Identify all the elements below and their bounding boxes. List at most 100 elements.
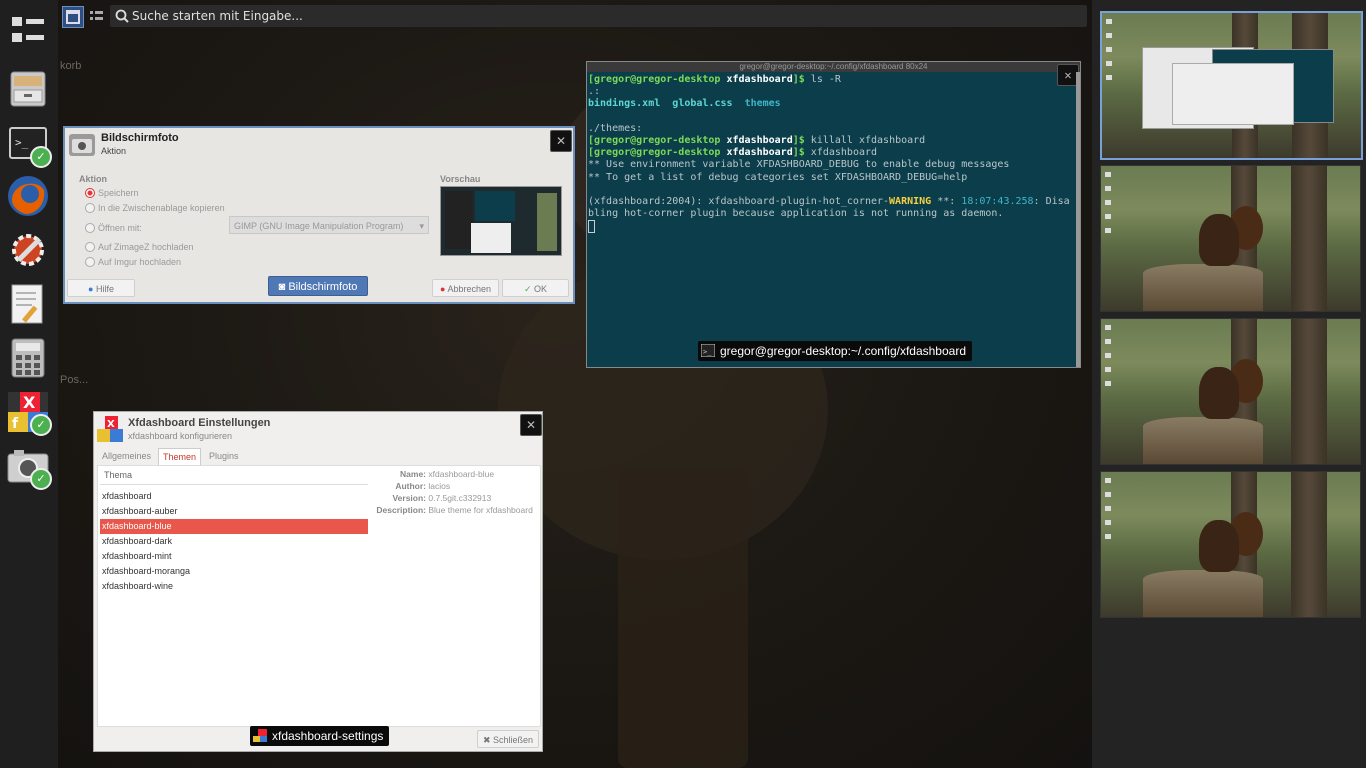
calculator-launcher-button[interactable] <box>6 336 50 380</box>
workspace-selector <box>1092 0 1366 768</box>
tab-themes[interactable]: Themen <box>158 448 202 465</box>
scrollbar[interactable] <box>1076 72 1080 367</box>
cancel-button-label: Abbrechen <box>447 284 491 294</box>
radio-label: Speichern <box>98 188 139 198</box>
prompt-dir: xfdashboard <box>726 135 793 147</box>
radio-open-with[interactable] <box>85 223 95 233</box>
check-icon: ✓ <box>523 284 532 294</box>
search-placeholder: Suche starten mit Eingabe... <box>132 9 303 23</box>
command: ls -R <box>810 74 841 85</box>
file-manager-button[interactable] <box>6 66 50 110</box>
window-title: Xfdashboard Einstellungen <box>128 417 271 429</box>
running-check-icon: ✓ <box>30 468 52 490</box>
section-label-preview: Vorschau <box>440 174 481 184</box>
file-cabinet-icon <box>10 71 46 107</box>
camera-icon: ◙ <box>278 281 286 293</box>
close-button[interactable]: ✕ <box>520 414 542 436</box>
list-item[interactable]: xfdashboard-auber <box>100 504 368 519</box>
text-editor-icon <box>11 284 43 324</box>
workspace-thumbnail[interactable] <box>1100 471 1361 618</box>
list-item[interactable]: xfdashboard-dark <box>100 534 368 549</box>
top-bar: Suche starten mit Eingabe... <box>62 5 1087 28</box>
desktop-icons <box>1106 19 1114 89</box>
take-screenshot-button[interactable]: ◙ Bildschirmfoto <box>268 276 368 296</box>
squirrel-image <box>1199 214 1239 266</box>
help-button[interactable]: ● Hilfe <box>67 279 135 297</box>
list-item[interactable]: xfdashboard-moranga <box>100 564 368 579</box>
list-item[interactable]: xfdashboard-wine <box>100 579 368 594</box>
window-icon <box>66 10 80 24</box>
cancel-button[interactable]: ● Abbrechen <box>432 279 499 297</box>
xfdashboard-settings-window[interactable]: X Xfdashboard Einstellungen xfdashboard … <box>93 411 543 752</box>
radio-label: Öffnen mit: <box>98 223 142 233</box>
tab-general[interactable]: Allgemeines <box>98 448 155 464</box>
workspace-thumbnail[interactable] <box>1100 165 1361 312</box>
running-check-icon: ✓ <box>30 146 52 168</box>
terminal-window[interactable]: gregor@gregor-desktop:~/.config/xfdashbo… <box>586 61 1081 368</box>
applications-view-toggle[interactable] <box>86 6 106 26</box>
help-icon: ● <box>88 284 94 294</box>
radio-clipboard[interactable] <box>85 203 95 213</box>
xfdashboard-settings-icon <box>253 729 267 742</box>
prompt-dir: xfdashboard <box>726 147 793 159</box>
windows-view-toggle[interactable] <box>62 6 84 28</box>
cancel-icon: ● <box>440 284 446 294</box>
detail-name: Name: xfdashboard-blue <box>400 469 495 479</box>
warning-word: WARNING <box>889 196 932 208</box>
radio-label: Auf ZimageZ hochladen <box>98 242 194 252</box>
settings-launcher-button[interactable] <box>6 228 50 272</box>
theme-list[interactable]: Thema xfdashboard xfdashboard-auber xfda… <box>100 466 368 594</box>
dropdown-value: GIMP (GNU Image Manipulation Program) <box>234 221 404 231</box>
screenshot-preview <box>440 186 562 256</box>
terminal-titlebar: gregor@gregor-desktop:~/.config/xfdashbo… <box>587 62 1080 72</box>
workspace-thumbnail-active[interactable] <box>1100 11 1363 160</box>
list-item-selected[interactable]: xfdashboard-blue <box>100 519 368 534</box>
radio-zimagez[interactable] <box>85 242 95 252</box>
close-dialog-button[interactable]: ✖ Schließen <box>477 730 539 748</box>
workspace-thumbnail[interactable] <box>1100 318 1361 465</box>
camera-icon <box>69 134 95 156</box>
xfdashboard-settings-launcher-button[interactable]: X f ✓ <box>6 390 52 436</box>
radio-imgur[interactable] <box>85 257 95 267</box>
command: killall xfdashboard <box>810 135 926 147</box>
caption-text: gregor@gregor-desktop:~/.config/xfdashbo… <box>720 344 966 358</box>
screenshot-dialog-window[interactable]: Bildschirmfoto Aktion ✕ Aktion Vorschau … <box>63 126 575 304</box>
desktop-label: korb <box>60 60 82 72</box>
terminal-output[interactable]: [gregor@gregor-desktop xfdashboard]$ ls … <box>587 72 1080 238</box>
list-item[interactable]: xfdashboard-mint <box>100 549 368 564</box>
file-entry: bindings.xml <box>588 98 661 110</box>
squirrel-image <box>1199 520 1239 572</box>
terminal-launcher-button[interactable]: >_ ✓ <box>6 122 52 168</box>
wallpaper-stump <box>618 470 748 768</box>
column-header[interactable]: Thema <box>100 466 368 485</box>
output-line: bling hot-corner plugin because applicat… <box>588 208 1004 220</box>
output-line: (xfdashboard:2004): xfdashboard-plugin-h… <box>588 196 890 208</box>
radio-label: Auf Imgur hochladen <box>98 257 182 267</box>
detail-author: Author: lacios <box>395 481 451 491</box>
running-check-icon: ✓ <box>30 414 52 436</box>
search-box[interactable]: Suche starten mit Eingabe... <box>110 5 1087 27</box>
take-screenshot-label: Bildschirmfoto <box>288 281 358 293</box>
open-with-dropdown[interactable]: GIMP (GNU Image Manipulation Program) ▾ <box>229 216 429 234</box>
radio-save[interactable] <box>85 188 95 198</box>
prompt: [gregor@gregor-desktop <box>588 135 721 147</box>
close-button[interactable]: ✕ <box>550 130 572 152</box>
ok-button[interactable]: ✓ OK <box>502 279 569 297</box>
window-subtitle: xfdashboard konfigurieren <box>128 431 233 441</box>
command: xfdashboard <box>810 147 878 159</box>
output-line: .: <box>588 86 601 98</box>
application-dock: >_ ✓ X f ✓ ✓ <box>0 0 58 768</box>
list-item[interactable]: xfdashboard <box>100 489 368 504</box>
search-icon <box>115 9 129 23</box>
prompt-dir: xfdashboard <box>726 74 793 85</box>
xfdashboard-settings-icon: X <box>97 416 123 442</box>
radio-label: In die Zwischenablage kopieren <box>98 203 225 213</box>
applications-view-button[interactable] <box>6 8 50 52</box>
output-line: **: <box>931 196 962 208</box>
svg-text:X: X <box>107 419 115 430</box>
screenshot-launcher-button[interactable]: ✓ <box>6 444 52 490</box>
tab-plugins[interactable]: Plugins <box>205 448 243 464</box>
text-editor-launcher-button[interactable] <box>6 282 50 326</box>
window-title: Bildschirmfoto <box>101 132 179 144</box>
firefox-launcher-button[interactable] <box>6 174 50 218</box>
